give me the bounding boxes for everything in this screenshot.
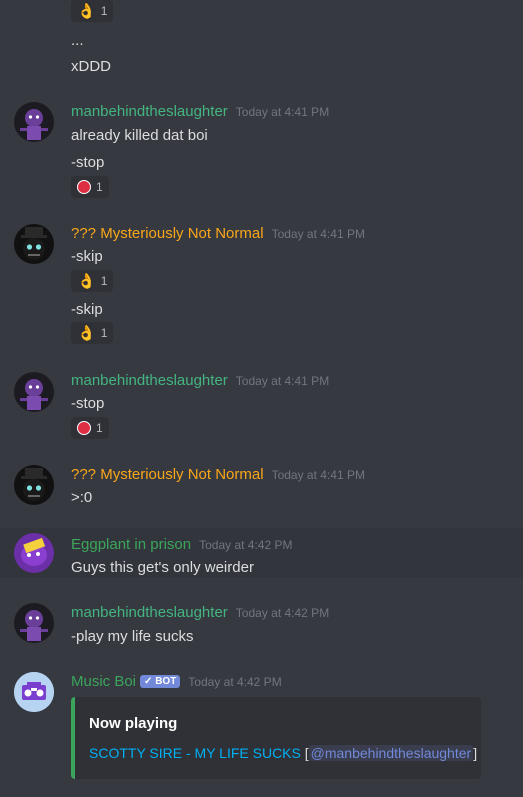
message-header: ??? Mysteriously Not Normal Today at 4:41… [71, 466, 365, 483]
message-text: -skip [71, 301, 103, 318]
timestamp: Today at 4:42 PM [199, 538, 293, 552]
username[interactable]: manbehindtheslaughter [71, 372, 228, 389]
username[interactable]: ??? Mysteriously Not Normal [71, 466, 264, 483]
username[interactable]: Music Boi [71, 673, 136, 690]
username[interactable]: manbehindtheslaughter [71, 103, 228, 120]
reaction-ok-hand[interactable]: 👌 1 [71, 322, 114, 344]
username[interactable]: ??? Mysteriously Not Normal [71, 225, 264, 242]
reaction-ok-hand[interactable]: 👌 1 [71, 270, 114, 292]
timestamp: Today at 4:42 PM [235, 606, 330, 620]
timestamp: Today at 4:42 PM [188, 675, 282, 689]
message-text: -stop [71, 395, 105, 412]
reaction-stop[interactable]: 1 [71, 417, 109, 439]
timestamp: Today at 4:41 PM [235, 374, 330, 388]
avatar[interactable] [14, 533, 54, 573]
username[interactable]: manbehindtheslaughter [71, 604, 228, 621]
avatar[interactable] [14, 224, 54, 264]
bracket-close: ] [473, 745, 478, 761]
username[interactable]: Eggplant in prison [71, 536, 191, 553]
message-text: >:0 [71, 489, 93, 506]
ok-hand-icon: 👌 [77, 2, 96, 20]
ok-hand-icon: 👌 [77, 272, 96, 290]
stop-sign-icon [77, 421, 91, 435]
timestamp: Today at 4:41 PM [271, 227, 365, 241]
message-header: manbehindtheslaughter Today at 4:41 PM [71, 372, 329, 389]
now-playing-embed: Now playing SCOTTY SIRE - MY LIFE SUCKS … [71, 697, 481, 779]
embed-description: SCOTTY SIRE - MY LIFE SUCKS [@manbehindt… [89, 745, 477, 761]
avatar[interactable] [14, 465, 54, 505]
message-header: ??? Mysteriously Not Normal Today at 4:41… [71, 225, 365, 242]
message-header: Music Boi ✓ BOT Today at 4:42 PM [71, 673, 282, 690]
avatar[interactable] [14, 102, 54, 142]
bot-badge: ✓ BOT [140, 675, 181, 688]
message-text: -play my life sucks [71, 628, 194, 645]
avatar[interactable] [14, 372, 54, 412]
message-text: xDDD [71, 58, 111, 75]
user-mention[interactable]: @manbehindtheslaughter [308, 745, 474, 761]
timestamp: Today at 4:41 PM [271, 468, 365, 482]
message-text: already killed dat boi [71, 127, 208, 144]
message-text: ... [71, 32, 84, 49]
message-header: Eggplant in prison Today at 4:42 PM [71, 536, 292, 553]
message-text: -skip [71, 248, 103, 265]
song-link[interactable]: SCOTTY SIRE - MY LIFE SUCKS [89, 745, 301, 761]
reaction-stop[interactable]: 1 [71, 176, 109, 198]
ok-hand-icon: 👌 [77, 324, 96, 342]
avatar[interactable] [14, 603, 54, 643]
avatar[interactable] [14, 672, 54, 712]
embed-title: Now playing [89, 715, 178, 732]
timestamp: Today at 4:41 PM [235, 105, 330, 119]
message-header: manbehindtheslaughter Today at 4:41 PM [71, 103, 329, 120]
message-header: manbehindtheslaughter Today at 4:42 PM [71, 604, 329, 621]
stop-sign-icon [77, 180, 91, 194]
reaction-ok-hand[interactable]: 👌 1 [71, 0, 114, 22]
message-text: -stop [71, 154, 105, 171]
message-text: Guys this get's only weirder [71, 559, 254, 576]
